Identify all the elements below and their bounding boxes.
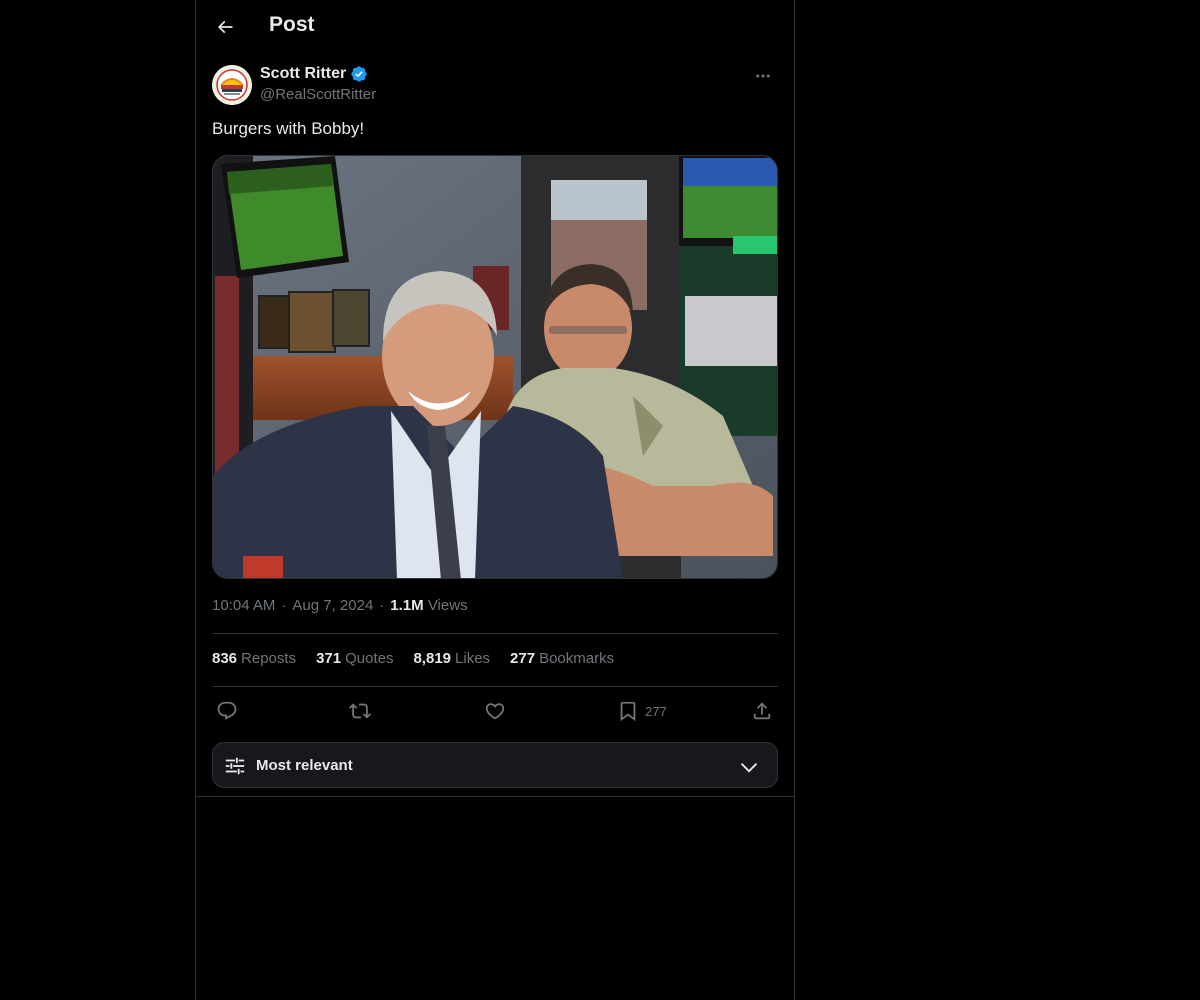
reply-icon — [217, 701, 237, 720]
post-author: Scott Ritter @RealScottRitter — [212, 64, 778, 108]
verified-badge-icon — [351, 66, 367, 82]
page-header: Post — [196, 0, 794, 54]
post-meta: 10:04 AM · Aug 7, 2024 · 1.1M Views — [212, 597, 468, 614]
arrow-left-icon — [217, 20, 233, 34]
reposts-stat[interactable]: 836 Reposts — [212, 650, 296, 667]
page-title: Post — [269, 13, 315, 36]
divider — [212, 686, 778, 687]
back-button[interactable] — [208, 10, 242, 44]
author-handle[interactable]: @RealScottRitter — [260, 86, 376, 103]
share-button[interactable] — [751, 697, 773, 725]
share-icon — [753, 702, 771, 720]
author-name-text: Scott Ritter — [260, 65, 347, 82]
sort-label: Most relevant — [256, 757, 353, 774]
bookmark-count: 277 — [645, 703, 667, 719]
more-options-button[interactable] — [748, 64, 778, 88]
avatar[interactable] — [212, 65, 252, 105]
post-time[interactable]: 10:04 AM — [212, 597, 275, 614]
views-count: 1.1M — [390, 597, 424, 614]
views-label: Views — [427, 597, 468, 614]
post-photo[interactable] — [212, 155, 778, 579]
quotes-stat[interactable]: 371 Quotes — [316, 650, 393, 667]
divider — [212, 633, 778, 634]
repost-icon — [349, 703, 371, 719]
post-text: Burgers with Bobby! — [212, 119, 365, 138]
likes-stat[interactable]: 8,819 Likes — [413, 650, 490, 667]
bookmark-button[interactable]: 277 — [617, 697, 667, 725]
repost-button[interactable] — [349, 697, 371, 725]
like-button[interactable] — [484, 697, 506, 725]
post-date[interactable]: Aug 7, 2024 — [292, 597, 373, 614]
post-stats: 836 Reposts 371 Quotes 8,819 Likes 277 Bookm… — [212, 650, 614, 667]
divider — [196, 796, 794, 797]
heart-icon — [485, 703, 505, 720]
post-actions: 277 — [212, 697, 778, 725]
post-column: Post Scott Ritter @RealScottRitter Burge… — [195, 0, 795, 1000]
replies-sort-dropdown[interactable]: Most relevant — [212, 742, 778, 788]
chevron-down-icon — [740, 763, 758, 773]
author-name[interactable]: Scott Ritter — [260, 65, 368, 83]
bookmarks-stat[interactable]: 277 Bookmarks — [510, 650, 614, 667]
bookmark-icon — [620, 701, 636, 722]
reply-button[interactable] — [216, 697, 238, 725]
more-dots-icon — [756, 74, 770, 78]
sliders-icon — [225, 757, 245, 775]
